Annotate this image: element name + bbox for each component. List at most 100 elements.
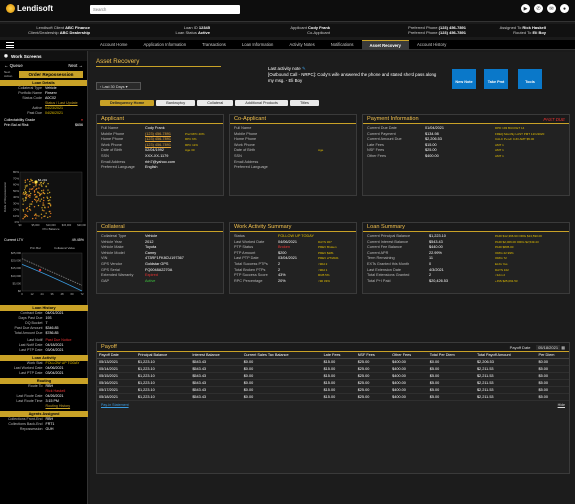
current-ltv-row: Current LTV 49.45% (0, 238, 88, 243)
table-cell: $400.00 (390, 379, 428, 387)
ltv-x-tick: 36 (50, 292, 54, 296)
scatter-point (22, 198, 24, 200)
agents-header[interactable]: Agents Assigned (0, 411, 88, 417)
subtab-collateral[interactable]: Collateral (197, 100, 234, 106)
ltv-y-tick: $15,000 (11, 266, 22, 270)
loan-history-header[interactable]: Loan History (0, 305, 88, 311)
scatter-point (35, 213, 37, 215)
payoff-panel: Payoff Payoff Date 05/18/2021 ▦ Payoff D… (96, 342, 570, 474)
video-icon[interactable]: ▶ (521, 4, 530, 13)
scatter-point (43, 215, 45, 218)
scatter-point (25, 191, 27, 194)
scatter-point (41, 193, 43, 195)
next-button[interactable]: Next → (68, 63, 83, 68)
asset-recovery-title: Asset Recovery (96, 58, 221, 67)
panel-row-value: Active (145, 278, 156, 283)
search-input[interactable]: Search (90, 5, 240, 14)
subtab-bankruptcy[interactable]: Bankruptcy (156, 100, 196, 106)
top-bar: Lendisoft Search ▶ ✆ ✉ ● (0, 0, 575, 22)
queue-nav: ← Queue Next → (0, 61, 87, 70)
table-cell: $25.00 (355, 372, 391, 380)
take-pmt-button[interactable]: Take Pmt (484, 69, 508, 89)
table-cell: $2,211.53 (474, 372, 537, 380)
agents-list: Collections Front-End RBH Collections Back… (0, 417, 88, 432)
scatter-point (31, 201, 34, 203)
table-cell: $15.00 (321, 365, 356, 373)
tab-activity-notes[interactable]: Activity Notes (281, 40, 322, 50)
calendar-icon[interactable]: ▦ (561, 345, 565, 350)
pay-in-statement-link[interactable]: Pay-in Statement (101, 403, 129, 407)
scatter-point (45, 212, 47, 214)
table-cell: $5.00 (427, 386, 475, 394)
new-note-button[interactable]: New Note (452, 69, 476, 89)
payoff-title-row: Payoff Payoff Date 05/18/2021 ▦ (97, 343, 569, 352)
scatter-y-tick: 70% (13, 176, 19, 180)
ltv-x-tick: 48 (60, 292, 64, 296)
take-pmt-label: Take Pmt (487, 80, 505, 84)
table-cell: $2,211.53 (474, 393, 537, 401)
subtab-titles[interactable]: Titles (289, 100, 319, 106)
table-cell: $543.43 (190, 358, 242, 366)
tab-transactions[interactable]: Transactions (194, 40, 234, 50)
ltv-legend-prin: Prin Bal (30, 246, 41, 250)
scatter-point (40, 198, 43, 200)
scatter-point (47, 192, 49, 194)
tab-account-history[interactable]: Account History (409, 40, 454, 50)
date-range-select[interactable]: ‹ Last 30 Days ▾ (96, 82, 141, 90)
ltv-legend-collateral: Collateral Value (54, 246, 75, 250)
scatter-point (25, 197, 27, 200)
panel-row-label: GAP (101, 278, 110, 283)
tab-account-home[interactable]: Account Home (92, 40, 135, 50)
panel-row: Total P+I Paid $20,426.53 +INS $25,091.53 (363, 279, 569, 285)
tab-application-information[interactable]: Application Information (135, 40, 194, 50)
panel-row: RPC Percentage 20% <90 33% (230, 279, 356, 285)
queue-button[interactable]: ← Queue (4, 63, 23, 68)
sidebar-kv-label: Last PTP Date (19, 371, 43, 375)
note-label: Last activity note (268, 66, 301, 71)
loan-details-header[interactable]: Loan Details (0, 80, 87, 86)
scatter-point (22, 191, 25, 194)
sidebar-kv-value[interactable]: Routing History (46, 404, 85, 409)
table-cell: $543.43 (190, 365, 242, 373)
table-row: 05/16/2021 $1,223.10 $543.43 $0.00 $15.00 $25… (97, 379, 569, 387)
brand-name: Lendisoft (17, 4, 53, 13)
next-action-label: Next Action (4, 70, 13, 78)
tools-label: Tools (525, 80, 535, 84)
messages-icon[interactable]: ✉ (547, 4, 556, 13)
table-cell: $0.00 (241, 393, 322, 401)
routing-header[interactable]: Routing (0, 378, 88, 384)
tab-notifications[interactable]: Notifications (323, 40, 362, 50)
scatter-point (29, 196, 31, 198)
brand-logo[interactable]: Lendisoft (6, 4, 53, 13)
tab-asset-recovery[interactable]: Asset Recovery (361, 40, 409, 50)
table-cell: $0.00 (241, 379, 322, 387)
table-cell: $0.00 (241, 365, 322, 373)
tab-loan-information[interactable]: Loan Information (234, 40, 281, 50)
scatter-point (44, 206, 46, 208)
hide-link[interactable]: Hide (558, 403, 565, 407)
table-cell: $0.00 (241, 386, 322, 394)
scatter-point (24, 213, 26, 216)
sidebar-kv-row: Routing History (0, 404, 88, 409)
scatter-point (24, 179, 26, 182)
tools-button[interactable]: Tools (518, 69, 542, 89)
order-repossession-button[interactable]: Order Repossession (19, 70, 83, 78)
sidebar-kv-label: Past Due (27, 111, 42, 115)
account-header: Lendisoft Client ABC Finance Client/Deal… (0, 24, 575, 37)
pref-phone2-value[interactable]: (123) 456-7891 (439, 30, 466, 35)
last-activity-note: Last activity note ✎ [Outbound Call - NR… (268, 66, 443, 84)
sidebar-kv-row: Last PTP Date 03/04/2021 (0, 348, 88, 353)
table-cell: $5.00 (536, 379, 569, 387)
payoff-date-input[interactable]: 05/18/2021 (536, 345, 561, 350)
table-cell: $5.00 (427, 372, 475, 380)
scatter-point (45, 185, 47, 188)
user-icon[interactable]: ● (560, 4, 569, 13)
edit-icon[interactable]: ✎ (302, 66, 306, 71)
subtab-additional-products[interactable]: Additional Products (235, 100, 288, 106)
loan-activity-header[interactable]: Loan Activity (0, 355, 88, 361)
new-note-label: New Note (455, 80, 473, 84)
menu-icon[interactable] (6, 42, 14, 48)
subtab-delinquency-home[interactable]: Delinquency Home (100, 100, 155, 106)
phone-icon[interactable]: ✆ (534, 4, 543, 13)
loanstatus-value: Active (197, 30, 210, 35)
